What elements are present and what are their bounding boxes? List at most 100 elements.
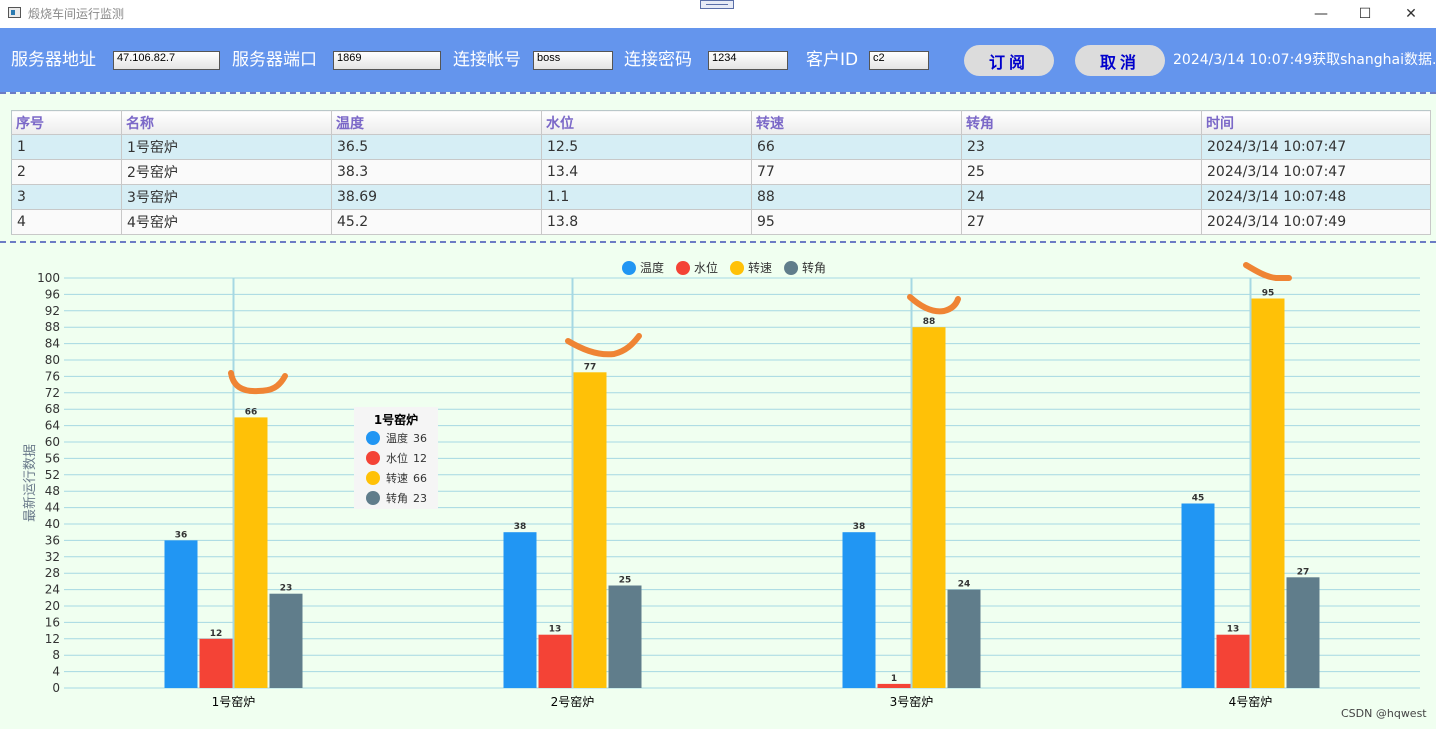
watermark: CSDN @hqwest	[1341, 707, 1427, 720]
table-cell: 13.8	[541, 209, 752, 235]
y-tick-label: 88	[45, 320, 60, 334]
legend-dot-icon	[366, 451, 380, 465]
legend-item: 转速	[748, 260, 772, 275]
minimize-button[interactable]: —	[1298, 0, 1344, 28]
password-label: 连接密码	[624, 50, 692, 70]
tooltip-value: 36	[413, 431, 427, 445]
table-cell: 2024/3/14 10:07:48	[1201, 184, 1431, 210]
table-row[interactable]: 2 2号窑炉 38.3 13.4 77 25 2024/3/14 10:07:4…	[11, 159, 1431, 185]
divider	[0, 241, 1436, 243]
table-cell: 38.69	[331, 184, 542, 210]
y-tick-label: 64	[45, 419, 60, 433]
x-tick-label: 1号窑炉	[212, 694, 256, 709]
account-input[interactable]: boss	[533, 51, 613, 70]
legend-dot-icon	[730, 261, 745, 275]
legend-dot-icon	[784, 261, 799, 275]
client-id-input[interactable]: c2	[869, 51, 929, 70]
y-tick-label: 4	[52, 665, 60, 679]
tooltip-value: 66	[413, 471, 427, 485]
server-port-input[interactable]: 1869	[333, 51, 441, 70]
column-header[interactable]: 温度	[331, 110, 542, 135]
data-label: 13	[549, 625, 562, 635]
tooltip-title: 1号窑炉	[373, 413, 419, 427]
close-button[interactable]: ✕	[1388, 0, 1434, 28]
bar	[1216, 634, 1250, 688]
table-cell: 95	[751, 209, 962, 235]
legend-item: 转角	[802, 260, 826, 275]
legend-dot-icon	[366, 491, 380, 505]
bar	[912, 327, 946, 688]
bar	[1251, 298, 1285, 688]
bar	[199, 638, 233, 688]
tooltip-series-name: 水位	[386, 452, 408, 465]
chart-tooltip: 1号窑炉 温度 36 水位 12 转速 66 转角 23	[354, 407, 438, 509]
client-id-label: 客户ID	[806, 50, 859, 70]
table-cell: 36.5	[331, 134, 542, 160]
tooltip-row: 转速 66	[354, 468, 438, 488]
bar	[608, 585, 642, 688]
table-cell: 3	[11, 184, 122, 210]
tooltip-value: 12	[413, 451, 427, 465]
y-tick-label: 16	[45, 615, 60, 629]
table-cell: 2	[11, 159, 122, 185]
table-cell: 2024/3/14 10:07:47	[1201, 159, 1431, 185]
server-address-label: 服务器地址	[11, 50, 96, 70]
subscribe-button[interactable]: 订阅	[964, 45, 1054, 76]
tooltip-value: 23	[413, 491, 427, 505]
column-header[interactable]: 名称	[121, 110, 332, 135]
cancel-button[interactable]: 取消	[1075, 45, 1165, 76]
maximize-button[interactable]: ☐	[1342, 0, 1388, 28]
data-label: 66	[245, 407, 258, 417]
status-text: 2024/3/14 10:07:49获取shanghai数据.	[1173, 52, 1435, 68]
tooltip-series-name: 温度	[386, 432, 408, 445]
data-label: 77	[584, 362, 597, 372]
table-cell: 66	[751, 134, 962, 160]
legend-item: 水位	[694, 260, 718, 275]
y-tick-label: 56	[45, 451, 60, 465]
data-label: 23	[280, 584, 293, 594]
column-header[interactable]: 转速	[751, 110, 962, 135]
table-cell: 1	[11, 134, 122, 160]
drag-handle-icon[interactable]	[700, 0, 734, 9]
table-row[interactable]: 4 4号窑炉 45.2 13.8 95 27 2024/3/14 10:07:4…	[11, 209, 1431, 235]
tooltip-row: 温度 36	[354, 428, 438, 448]
table-row[interactable]: 1 1号窑炉 36.5 12.5 66 23 2024/3/14 10:07:4…	[11, 134, 1431, 160]
table-row[interactable]: 3 3号窑炉 38.69 1.1 88 24 2024/3/14 10:07:4…	[11, 184, 1431, 210]
table-cell: 23	[961, 134, 1202, 160]
column-header[interactable]: 转角	[961, 110, 1202, 135]
divider	[0, 92, 1436, 94]
server-address-input[interactable]: 47.106.82.7	[113, 51, 220, 70]
x-tick-label: 2号窑炉	[551, 694, 595, 709]
table-cell: 3号窑炉	[121, 184, 332, 210]
x-tick-label: 3号窑炉	[890, 694, 934, 709]
password-input[interactable]: 1234	[708, 51, 788, 70]
y-tick-label: 100	[37, 271, 60, 285]
tooltip-row: 水位 12	[354, 448, 438, 468]
data-label: 38	[514, 522, 527, 532]
y-tick-label: 68	[45, 402, 60, 416]
y-tick-label: 8	[52, 648, 60, 662]
column-header[interactable]: 序号	[11, 110, 122, 135]
data-label: 88	[923, 317, 936, 327]
y-tick-label: 20	[45, 599, 60, 613]
bar	[842, 532, 876, 688]
y-tick-label: 36	[45, 533, 60, 547]
y-tick-label: 28	[45, 566, 60, 580]
y-tick-label: 48	[45, 484, 60, 498]
y-tick-label: 0	[52, 681, 60, 695]
kiln-data-table: 序号 名称 温度 水位 转速 转角 时间 1 1号窑炉 36.5 12.5 66…	[11, 110, 1431, 235]
data-label: 12	[210, 629, 223, 639]
table-cell: 4号窑炉	[121, 209, 332, 235]
bar	[877, 683, 911, 688]
legend-dot-icon	[676, 261, 691, 275]
y-axis-title: 最新运行数据	[22, 444, 38, 522]
tooltip-row: 转角 23	[354, 488, 438, 508]
column-header[interactable]: 水位	[541, 110, 752, 135]
column-header[interactable]: 时间	[1201, 110, 1431, 135]
y-tick-label: 44	[45, 501, 60, 515]
y-tick-label: 76	[45, 369, 60, 383]
annotation-mark	[228, 370, 288, 395]
y-tick-label: 72	[45, 386, 60, 400]
account-label: 连接帐号	[453, 50, 521, 70]
table-cell: 2024/3/14 10:07:49	[1201, 209, 1431, 235]
